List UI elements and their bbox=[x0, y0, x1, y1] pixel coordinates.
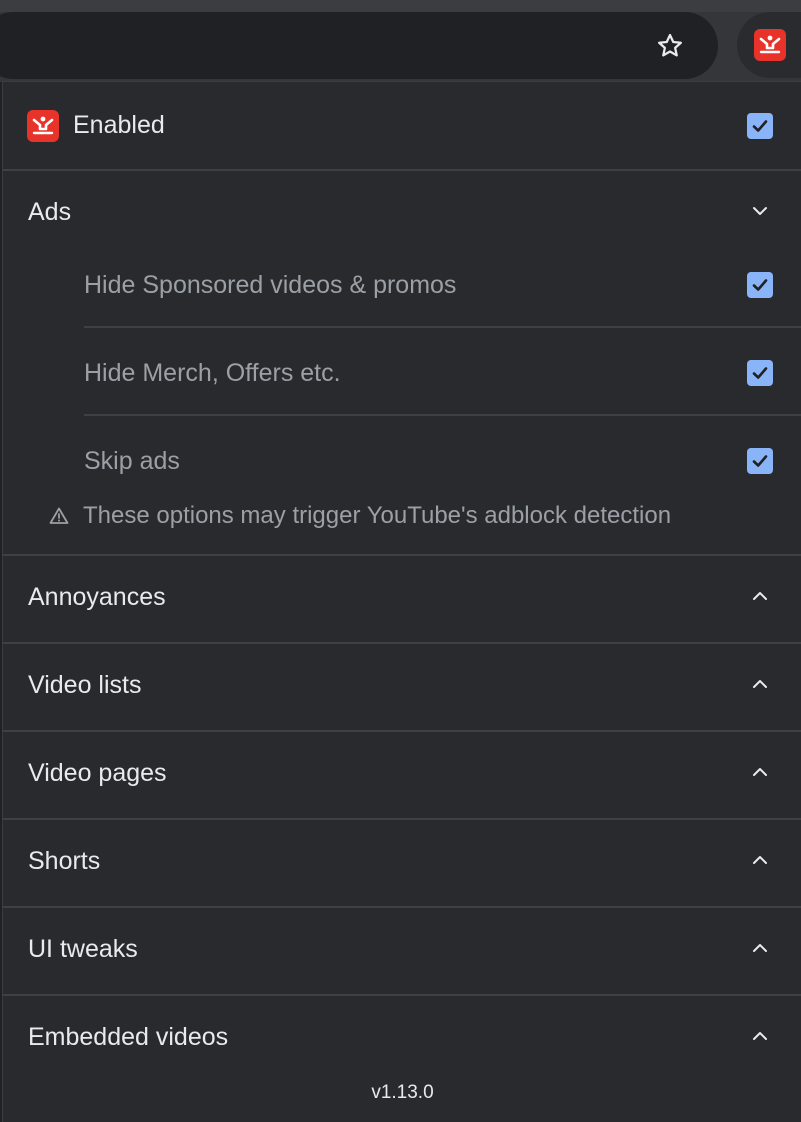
star-icon bbox=[658, 33, 682, 57]
tweaks-logo-icon bbox=[754, 29, 786, 61]
adblock-warning: These options may trigger YouTube's adbl… bbox=[49, 502, 671, 530]
chevron-up-icon[interactable] bbox=[748, 1024, 772, 1048]
section-header-embedded-videos[interactable]: Embedded videos bbox=[3, 996, 801, 1082]
section-header-video-pages[interactable]: Video pages bbox=[3, 732, 801, 818]
extension-button[interactable] bbox=[737, 12, 801, 78]
section-title: Annoyances bbox=[28, 583, 166, 611]
version-label: v1.13.0 bbox=[371, 1082, 434, 1103]
warning-text: These options may trigger YouTube's adbl… bbox=[83, 502, 672, 529]
address-bar[interactable] bbox=[0, 12, 718, 79]
check-icon bbox=[752, 367, 768, 379]
option-row-skip-ads[interactable]: Skip ads bbox=[3, 418, 801, 506]
divider bbox=[84, 326, 801, 328]
section-title: Ads bbox=[28, 198, 72, 226]
warning-icon bbox=[49, 507, 69, 524]
bookmark-star-button[interactable] bbox=[650, 26, 690, 66]
section-title: Embedded videos bbox=[28, 1023, 229, 1051]
option-label: Hide Merch, Offers etc. bbox=[84, 359, 341, 387]
section-title: Video pages bbox=[28, 759, 167, 787]
divider bbox=[84, 414, 801, 416]
check-icon bbox=[752, 279, 768, 291]
option-label: Hide Sponsored videos & promos bbox=[84, 271, 457, 299]
section-title: Video lists bbox=[28, 671, 142, 699]
tweaks-logo-icon bbox=[27, 110, 59, 142]
enabled-checkbox[interactable] bbox=[747, 113, 773, 139]
option-label: Skip ads bbox=[84, 447, 180, 475]
chevron-up-icon[interactable] bbox=[748, 848, 772, 872]
section-title: Shorts bbox=[28, 847, 101, 875]
extension-popup: Enabled Ads Hide Sponsored videos & prom… bbox=[2, 81, 801, 1122]
hide-merch-checkbox[interactable] bbox=[747, 360, 773, 386]
chevron-up-icon[interactable] bbox=[748, 672, 772, 696]
section-header-video-lists[interactable]: Video lists bbox=[3, 644, 801, 730]
enabled-label: Enabled bbox=[73, 111, 165, 139]
hide-sponsored-checkbox[interactable] bbox=[747, 272, 773, 298]
section-header-annoyances[interactable]: Annoyances bbox=[3, 556, 801, 642]
check-icon bbox=[752, 455, 768, 467]
option-row-hide-sponsored[interactable]: Hide Sponsored videos & promos bbox=[3, 242, 801, 330]
section-title: UI tweaks bbox=[28, 935, 138, 963]
skip-ads-checkbox[interactable] bbox=[747, 448, 773, 474]
section-header-ui-tweaks[interactable]: UI tweaks bbox=[3, 908, 801, 994]
chevron-up-icon[interactable] bbox=[748, 584, 772, 608]
option-row-hide-merch[interactable]: Hide Merch, Offers etc. bbox=[3, 330, 801, 418]
check-icon bbox=[752, 120, 768, 132]
tab-strip bbox=[0, 0, 801, 12]
enabled-row[interactable]: Enabled bbox=[3, 82, 801, 170]
chevron-up-icon[interactable] bbox=[748, 760, 772, 784]
browser-toolbar bbox=[0, 0, 801, 82]
section-header-shorts[interactable]: Shorts bbox=[3, 820, 801, 906]
chevron-up-icon[interactable] bbox=[748, 936, 772, 960]
chevron-down-icon[interactable] bbox=[748, 199, 772, 223]
